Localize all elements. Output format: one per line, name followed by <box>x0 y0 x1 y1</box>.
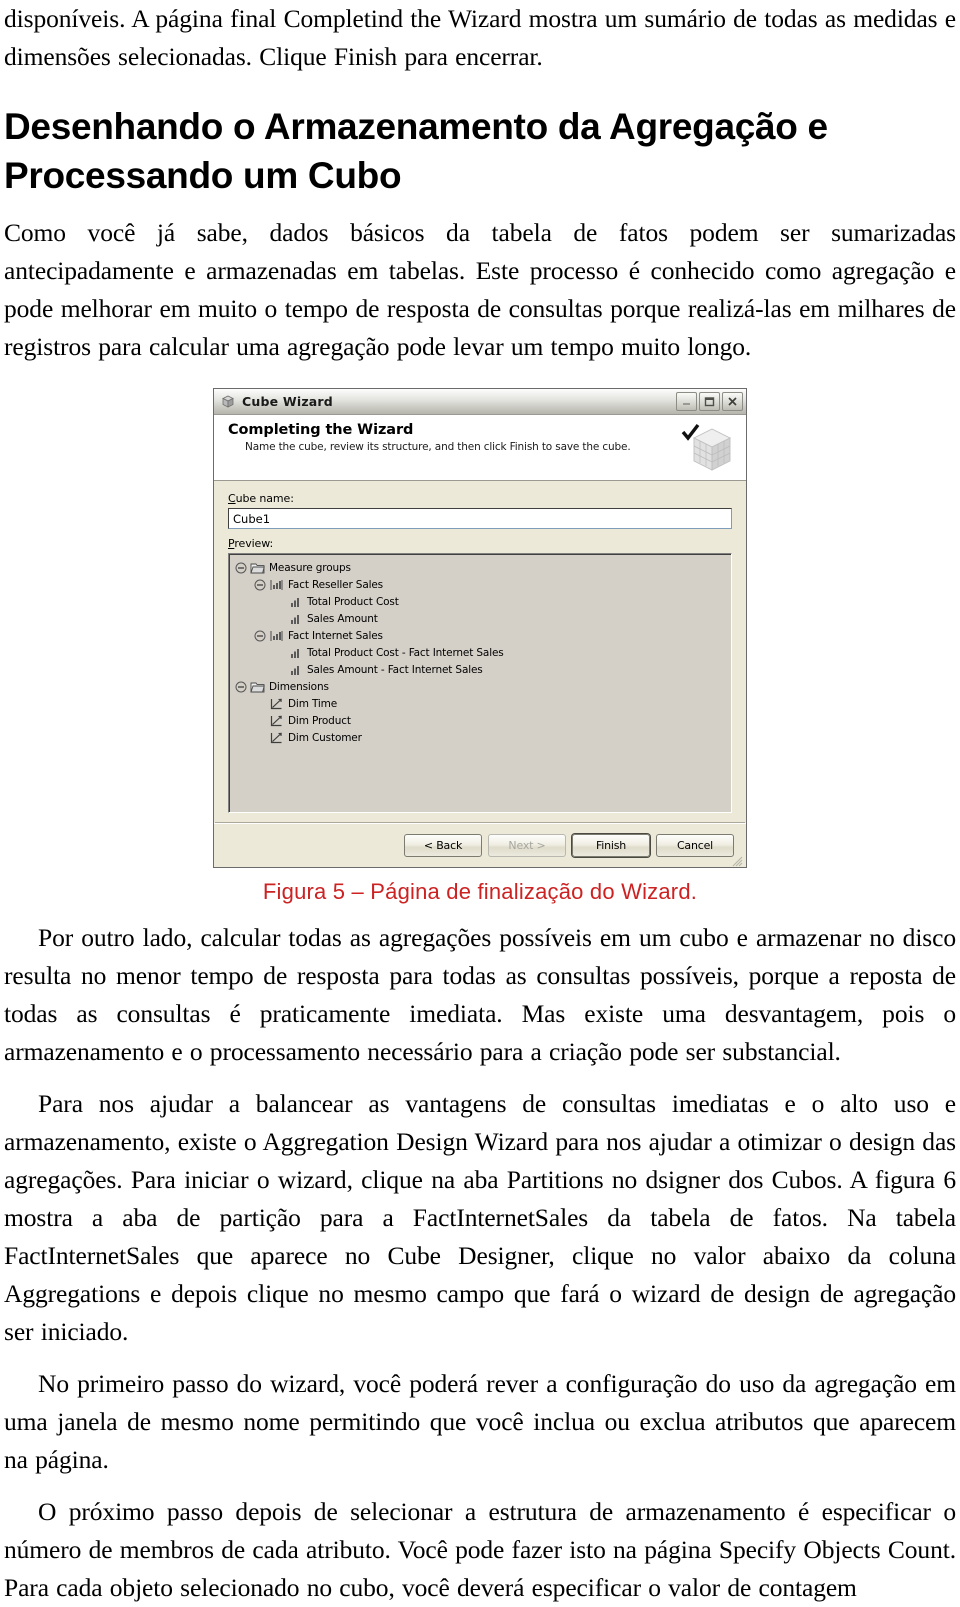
paragraph-3: Para nos ajudar a balancear as vantagens… <box>4 1089 956 1346</box>
cube-wizard-dialog: Cube Wizard Completing the Wizard Name t… <box>213 388 747 868</box>
banner-subheading: Name the cube, review its structure, and… <box>245 441 631 453</box>
window-controls <box>676 392 743 411</box>
tree-node-fact-internet-sales[interactable]: Fact Internet Sales <box>235 627 727 644</box>
document-page: disponíveis. A página final Completind t… <box>0 0 960 1602</box>
cancel-button[interactable]: Cancel <box>656 834 734 857</box>
tree-node-sales-amount[interactable]: Sales Amount <box>235 610 727 627</box>
dialog-titlebar[interactable]: Cube Wizard <box>214 389 746 415</box>
tree-node-label: Dim Customer <box>288 731 362 744</box>
paragraph-4: No primeiro passo do wizard, você poderá… <box>4 1369 956 1474</box>
dimension-icon <box>269 714 284 728</box>
collapse-icon[interactable] <box>254 579 266 591</box>
intro-paragraph: disponíveis. A página final Completind t… <box>4 4 956 71</box>
dialog-footer: < Back Next > Finish Cancel <box>214 823 746 867</box>
preview-label: Preview: <box>228 537 274 550</box>
tree-node-label: Measure groups <box>269 561 351 574</box>
back-button[interactable]: < Back <box>404 834 482 857</box>
minimize-icon[interactable] <box>676 392 697 411</box>
tree-node-sales-amount-fis[interactable]: Sales Amount - Fact Internet Sales <box>235 661 727 678</box>
tree-node-dimensions[interactable]: Dimensions <box>235 678 727 695</box>
tree-node-total-product-cost-fis[interactable]: Total Product Cost - Fact Internet Sales <box>235 644 727 661</box>
paragraph-1: Como você já sabe, dados básicos da tabe… <box>4 218 956 361</box>
collapse-icon[interactable] <box>235 681 247 693</box>
folder-icon <box>250 680 265 694</box>
completed-cube-icon <box>680 422 738 480</box>
measure-icon <box>288 646 303 660</box>
tree-node-label: Fact Internet Sales <box>288 629 383 642</box>
banner-text-block: Completing the Wizard Name the cube, rev… <box>228 422 680 453</box>
dialog-banner: Completing the Wizard Name the cube, rev… <box>214 415 746 481</box>
tree-node-label: Sales Amount - Fact Internet Sales <box>307 663 483 676</box>
paragraph-5: O próximo passo depois de selecionar a e… <box>4 1497 956 1602</box>
page-title: Desenhando o Armazenamento da Agregação … <box>4 106 828 196</box>
dialog-title: Cube Wizard <box>242 394 333 409</box>
cube-name-label: Cube name: <box>228 492 294 505</box>
close-icon[interactable] <box>722 392 743 411</box>
tree-node-fact-reseller-sales[interactable]: Fact Reseller Sales <box>235 576 727 593</box>
next-button: Next > <box>488 834 566 857</box>
dimension-icon <box>269 697 284 711</box>
tree-node-label: Total Product Cost - Fact Internet Sales <box>307 646 504 659</box>
finish-button[interactable]: Finish <box>572 834 650 857</box>
tree-node-label: Fact Reseller Sales <box>288 578 383 591</box>
cube-app-icon <box>220 394 237 410</box>
measure-icon <box>288 612 303 626</box>
measure-group-icon <box>269 629 284 643</box>
collapse-icon[interactable] <box>235 562 247 574</box>
tree-node-total-product-cost[interactable]: Total Product Cost <box>235 593 727 610</box>
dialog-body: Cube name: Cube1 Preview: Measure groups… <box>214 481 746 823</box>
banner-heading: Completing the Wizard <box>228 422 414 438</box>
preview-tree[interactable]: Measure groups Fact Reseller Sales Total… <box>228 553 732 813</box>
paragraph-2: Por outro lado, calcular todas as agrega… <box>4 923 956 1066</box>
tree-node-label: Total Product Cost <box>307 595 399 608</box>
tree-node-dim-customer[interactable]: Dim Customer <box>235 729 727 746</box>
figure-caption: Figura 5 – Página de finalização do Wiza… <box>262 879 698 904</box>
tree-node-label: Dim Time <box>288 697 338 710</box>
cube-name-value: Cube1 <box>233 511 271 526</box>
folder-icon <box>250 561 265 575</box>
measure-icon <box>288 663 303 677</box>
measure-icon <box>288 595 303 609</box>
tree-node-label: Dimensions <box>269 680 329 693</box>
tree-node-label: Sales Amount <box>307 612 378 625</box>
tree-node-measure-groups[interactable]: Measure groups <box>235 559 727 576</box>
figure-5: Cube Wizard Completing the Wizard Name t… <box>4 388 956 905</box>
resize-grip-icon[interactable] <box>731 852 743 867</box>
tree-node-label: Dim Product <box>288 714 351 727</box>
cube-name-input[interactable]: Cube1 <box>228 508 732 529</box>
measure-group-icon <box>269 578 284 592</box>
maximize-icon[interactable] <box>699 392 720 411</box>
tree-node-dim-product[interactable]: Dim Product <box>235 712 727 729</box>
tree-node-dim-time[interactable]: Dim Time <box>235 695 727 712</box>
collapse-icon[interactable] <box>254 630 266 642</box>
dimension-icon <box>269 731 284 745</box>
